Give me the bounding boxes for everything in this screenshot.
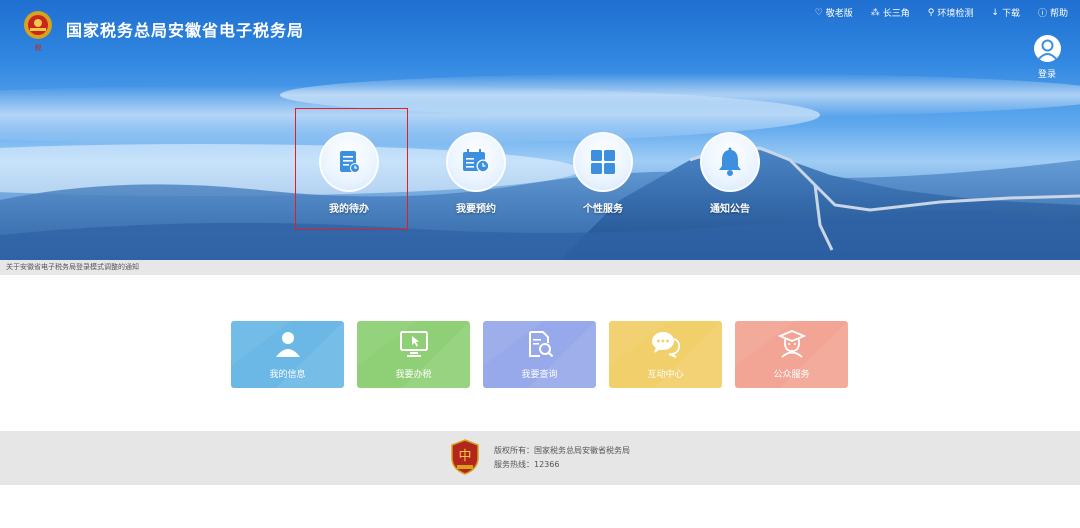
tile-query[interactable]: 我要查询 [483,321,596,388]
network-icon: ⁂ [870,7,880,18]
bell-icon [719,147,741,176]
tile-label: 公众服务 [773,370,810,380]
selection-highlight [295,108,408,230]
document-search-icon [528,331,553,358]
svg-text:税: 税 [35,43,42,52]
tile-label: 我要办税 [395,370,432,380]
chat-icon [651,332,680,358]
tile-my-info[interactable]: 我的信息 [231,321,344,388]
tax-emblem-icon: 税 [24,11,52,52]
tile-label: 互动中心 [647,370,684,380]
tile-label: 我的信息 [269,370,306,380]
top-link-help[interactable]: ⓘ 帮助 [1038,6,1068,19]
hero-item-label: 通知公告 [710,204,750,215]
user-icon [275,332,300,357]
help-icon: ⓘ [1037,9,1047,19]
grid-icon [591,150,615,174]
avatar-icon [1033,35,1061,62]
monitor-cursor-icon [399,331,428,357]
hero-item-label: 我要预约 [456,204,496,215]
footer: 中 版权所有：国家税务总局安徽省税务局 服务热线：12366 [0,431,1080,485]
top-link-yangtze[interactable]: ⁂ 长三角 [870,6,910,20]
svg-text:中: 中 [458,449,471,464]
notice-link[interactable]: 关于安徽省电子税务局登录模式调整的通知 [6,262,139,272]
hero-item-appointment[interactable]: 我要预约 [426,132,526,215]
hero-item-label: 个性服务 [583,204,623,215]
service-tiles: 我的信息 我要办税 我要查询 互动中心 公众服务 [231,321,848,388]
site-title: 国家税务总局安徽省电子税务局 [66,21,305,40]
tile-do-tax[interactable]: 我要办税 [357,321,470,388]
top-link-elder[interactable]: ♡ 敬老版 [814,6,853,20]
login-button[interactable]: 登录 [1033,35,1061,80]
login-label: 登录 [1037,70,1056,80]
service-agent-icon [777,330,806,358]
tile-public-service[interactable]: 公众服务 [735,321,848,388]
top-link-download[interactable]: ↓ 下载 [991,6,1020,20]
wrench-icon: ⚲ [927,7,935,18]
notice-ticker: 关于安徽省电子税务局登录模式调整的通知 [0,260,1080,275]
elder-icon: ♡ [814,7,823,18]
tile-interaction-center[interactable]: 互动中心 [609,321,722,388]
footer-copyright: 版权所有：国家税务总局安徽省税务局 [494,446,630,455]
hero-quick-actions: 我的待办 我要预约 个性服务 通知公告 [0,132,1080,222]
footer-hotline: 服务热线：12366 [494,460,560,469]
hero-banner: 税 国家税务总局安徽省电子税务局 ♡ 敬老版 ⁂ 长三角 ⚲ 环境检测 ↓ 下载 ⓘ 帮助… [0,0,1080,260]
hero-item-notices[interactable]: 通知公告 [680,132,780,215]
top-link-env-check[interactable]: ⚲ 环境检测 [927,6,974,20]
tile-label: 我要查询 [521,370,558,380]
tax-shield-icon: 中 [451,439,479,475]
download-icon: ↓ [991,7,999,18]
hero-item-personal-service[interactable]: 个性服务 [553,132,653,215]
calendar-clock-icon [463,149,490,173]
top-links: ♡ 敬老版 ⁂ 长三角 ⚲ 环境检测 ↓ 下载 ⓘ 帮助 [814,6,1068,20]
